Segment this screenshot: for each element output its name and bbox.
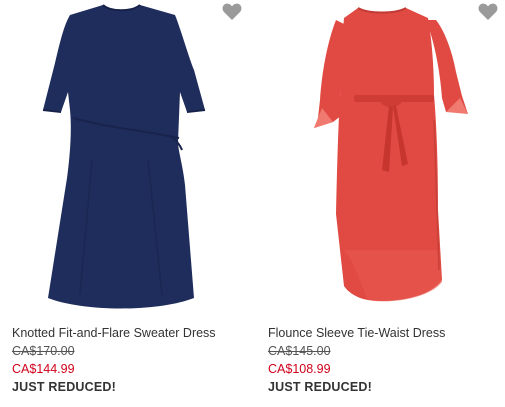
original-price: CA$170.00 xyxy=(12,344,75,358)
product-name-link[interactable]: Flounce Sleeve Tie-Waist Dress xyxy=(268,324,504,342)
product-name-link[interactable]: Knotted Fit-and-Flare Sweater Dress xyxy=(12,324,248,342)
just-reduced-badge: JUST REDUCED! xyxy=(12,380,116,394)
product-image-red-tie-waist-dress[interactable] xyxy=(256,0,505,316)
product-card[interactable]: Knotted Fit-and-Flare Sweater Dress CA$1… xyxy=(0,0,250,407)
product-info: Knotted Fit-and-Flare Sweater Dress CA$1… xyxy=(12,324,248,396)
product-image-navy-sweater-dress[interactable] xyxy=(0,0,250,316)
just-reduced-badge: JUST REDUCED! xyxy=(268,380,372,394)
product-info: Flounce Sleeve Tie-Waist Dress CA$145.00… xyxy=(268,324,504,396)
heart-icon[interactable] xyxy=(222,3,242,21)
product-card[interactable]: Flounce Sleeve Tie-Waist Dress CA$145.00… xyxy=(256,0,505,407)
sale-price: CA$108.99 xyxy=(268,362,331,376)
heart-icon[interactable] xyxy=(478,3,498,21)
original-price: CA$145.00 xyxy=(268,344,331,358)
sale-price: CA$144.99 xyxy=(12,362,75,376)
